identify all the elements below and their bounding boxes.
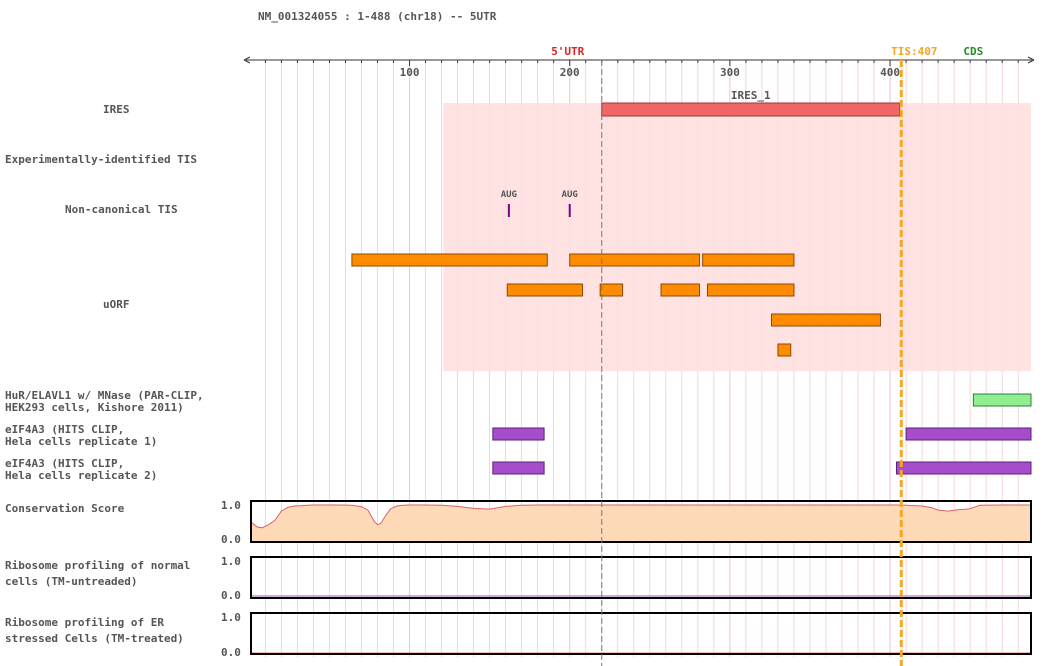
axis-tick-label: 300 — [720, 66, 740, 79]
uorf-bar[interactable] — [506, 283, 584, 297]
uorf-track-label: uORF — [103, 298, 130, 311]
eif4a3-r1-binding-site[interactable] — [492, 427, 545, 441]
eif4a3-r1-binding-site[interactable] — [905, 427, 1032, 441]
ires-region-highlight — [443, 103, 1031, 371]
ribo-normal-ytick-bottom: 0.0 — [221, 589, 241, 602]
ires-feature-bar[interactable] — [601, 102, 901, 117]
transcript-browser-panel: NM_001324055 : 1-488 (chr18) -- 5UTR 5'U… — [5, 10, 1035, 666]
noncanonical-tis-track-label: Non-canonical TIS — [65, 203, 178, 216]
cds-label: CDS — [963, 45, 983, 58]
ribo-normal-label-line-1: Ribosome profiling of normal — [5, 559, 190, 572]
aug-label: AUG — [562, 190, 578, 200]
uorf-bar[interactable] — [771, 313, 881, 327]
ribo-er-plot-frame — [250, 612, 1032, 655]
transcript-title: NM_001324055 : 1-488 (chr18) -- 5UTR — [258, 10, 497, 23]
ires-track-label: IRES — [103, 103, 130, 116]
uorf-bar[interactable] — [599, 283, 624, 297]
hur-track-label-line-2: HEK293 cells, Kishore 2011) — [5, 401, 184, 414]
ribo-normal-plot-frame — [250, 556, 1032, 599]
ribo-er-label-line-2: stressed Cells (TM-treated) — [5, 632, 184, 645]
conservation-ytick-top: 1.0 — [221, 499, 241, 512]
ribo-er-label-line-1: Ribosome profiling of ER — [5, 616, 164, 629]
uorf-bar[interactable] — [777, 343, 792, 357]
eif4a3-r2-binding-site[interactable] — [895, 461, 1032, 475]
utr-label: 5'UTR — [551, 45, 584, 58]
ribo-normal-label-line-2: cells (TM-untreaded) — [5, 575, 137, 588]
tis-label: TIS:407 — [891, 45, 937, 58]
axis-tick-label: 200 — [560, 66, 580, 79]
eif4a3-r2-binding-site[interactable] — [492, 461, 545, 475]
conservation-track-label: Conservation Score — [5, 502, 125, 515]
uorf-bar[interactable] — [569, 253, 700, 267]
uorf-bar[interactable] — [706, 283, 795, 297]
eif4a3-r1-track-label-line-2: Hela cells replicate 1) — [5, 435, 157, 448]
uorf-bar[interactable] — [702, 253, 795, 267]
aug-label: AUG — [501, 190, 517, 200]
eif4a3-r2-track-label-line-2: Hela cells replicate 2) — [5, 469, 157, 482]
axis-tick-label: 400 — [880, 66, 900, 79]
ribo-normal-ytick-top: 1.0 — [221, 555, 241, 568]
axis-ticks: 100 200 300 400 — [264, 60, 1019, 79]
ires-feature-label: IRES_1 — [731, 89, 771, 102]
exp-tis-track-label: Experimentally-identified TIS — [5, 153, 197, 166]
ribo-er-ytick-top: 1.0 — [221, 611, 241, 624]
uorf-bar[interactable] — [660, 283, 700, 297]
uorf-bar[interactable] — [351, 253, 548, 267]
conservation-ytick-bottom: 0.0 — [221, 533, 241, 546]
ribo-er-ytick-bottom: 0.0 — [221, 646, 241, 659]
hur-binding-site[interactable] — [972, 393, 1032, 407]
axis-tick-label: 100 — [400, 66, 420, 79]
